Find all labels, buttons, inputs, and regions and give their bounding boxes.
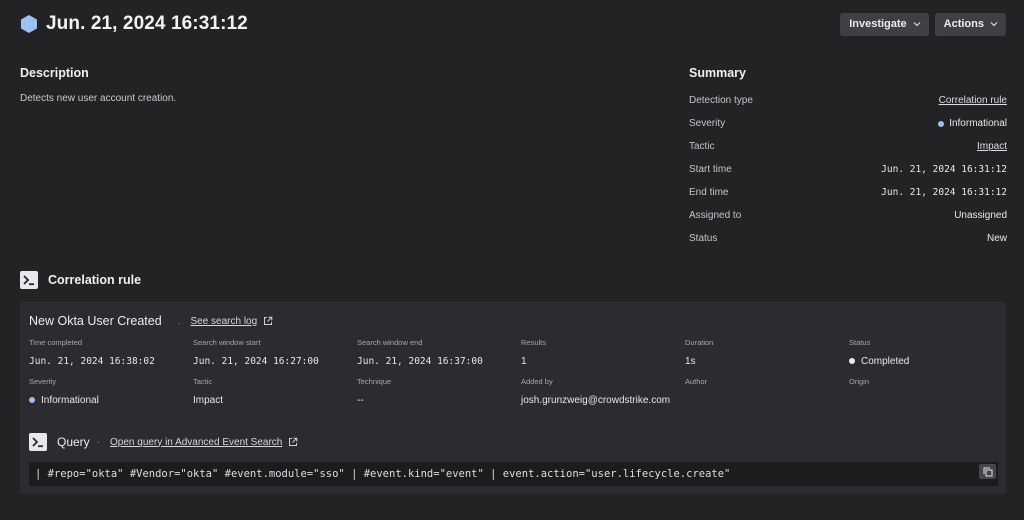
page-header: Jun. 21, 2024 16:31:12 Investigate Actio…: [20, 10, 1006, 38]
summary-row-assigned-to: Assigned to Unassigned: [689, 204, 1007, 227]
external-link-icon: [264, 316, 273, 325]
field-label: Origin: [849, 377, 870, 386]
field-label: Search window start: [193, 338, 261, 347]
summary-row-end-time: End time Jun. 21, 2024 16:31:12: [689, 181, 1007, 204]
terminal-icon: [20, 271, 38, 289]
see-search-log-label: See search log: [190, 315, 258, 327]
field-origin: Origin: [849, 377, 999, 407]
assigned-to-value[interactable]: Unassigned: [954, 210, 1007, 221]
field-duration: Duration 1s: [685, 338, 849, 368]
field-label: Added by: [521, 377, 553, 386]
field-label: Severity: [29, 377, 57, 386]
description-title: Description: [20, 66, 89, 80]
description-text: Detects new user account creation.: [20, 93, 177, 104]
severity-dot-icon: [938, 120, 945, 127]
field-value: Completed: [849, 354, 999, 368]
query-header: Query · Open query in Advanced Event Sea…: [29, 433, 298, 451]
field-time-completed: Time completed Jun. 21, 2024 16:38:02: [29, 338, 193, 368]
field-value: [849, 393, 999, 407]
query-text[interactable]: | #repo="okta" #Vendor="okta" #event.mod…: [35, 468, 730, 480]
field-status: Status Completed: [849, 338, 999, 368]
summary-label: Severity: [689, 118, 726, 129]
field-search-window-start: Search window start Jun. 21, 2024 16:27:…: [193, 338, 357, 368]
field-value: 1s: [685, 355, 696, 367]
summary-label: Detection type: [689, 95, 753, 106]
rule-name: New Okta User Created: [29, 314, 162, 328]
status-dot-icon: [849, 358, 855, 364]
field-search-window-end: Search window end Jun. 21, 2024 16:37:00: [357, 338, 521, 368]
summary-title: Summary: [689, 66, 746, 80]
status-value[interactable]: New: [987, 233, 1007, 244]
field-value: --: [357, 394, 364, 406]
summary-row-status: Status New: [689, 227, 1007, 250]
severity-text: Informational: [949, 118, 1007, 129]
chevron-down-icon: [990, 22, 998, 27]
start-time-value: Jun. 21, 2024 16:31:12: [881, 164, 1007, 175]
summary-row-tactic: Tactic Impact: [689, 135, 1007, 158]
tactic-link[interactable]: Impact: [977, 141, 1007, 152]
investigate-button-label: Investigate: [849, 18, 907, 30]
investigate-button[interactable]: Investigate: [840, 12, 929, 36]
actions-button[interactable]: Actions: [934, 12, 1006, 36]
hexagon-icon: [21, 15, 37, 33]
rule-details-row-2: Severity Informational Tactic Impact Tec…: [29, 377, 999, 407]
summary-panel: Detection type Correlation rule Severity…: [689, 89, 1007, 250]
correlation-rule-title: Correlation rule: [48, 273, 142, 287]
field-label: Results: [521, 338, 547, 347]
detection-type-link[interactable]: Correlation rule: [939, 95, 1007, 106]
open-query-link[interactable]: Open query in Advanced Event Search: [110, 437, 298, 448]
copy-icon: [983, 467, 992, 476]
field-label: Tactic: [193, 377, 213, 386]
field-tactic: Tactic Impact: [193, 377, 357, 407]
summary-label: End time: [689, 187, 729, 198]
severity-value: Informational: [938, 118, 1007, 129]
field-label: Search window end: [357, 338, 423, 347]
query-separator: ·: [96, 436, 101, 448]
field-value: Informational: [29, 393, 193, 407]
summary-label: Tactic: [689, 141, 715, 152]
field-label: Duration: [685, 338, 714, 347]
field-value: Jun. 21, 2024 16:38:02: [29, 355, 155, 367]
rule-separator: .: [177, 315, 181, 327]
field-value: 1: [521, 355, 527, 367]
field-value: Jun. 21, 2024 16:27:00: [193, 355, 319, 367]
severity-text: Informational: [41, 394, 99, 406]
query-title: Query: [57, 435, 90, 449]
summary-label: Assigned to: [689, 210, 742, 221]
field-severity: Severity Informational: [29, 377, 193, 407]
external-link-icon: [289, 437, 298, 446]
terminal-icon: [29, 433, 47, 451]
summary-label: Start time: [689, 164, 732, 175]
field-label: Technique: [357, 377, 392, 386]
actions-button-label: Actions: [943, 18, 984, 30]
summary-row-detection-type: Detection type Correlation rule: [689, 89, 1007, 112]
summary-row-start-time: Start time Jun. 21, 2024 16:31:12: [689, 158, 1007, 181]
field-added-by: Added by josh.grunzweig@crowdstrike.com: [521, 377, 685, 407]
open-query-label: Open query in Advanced Event Search: [110, 436, 283, 448]
field-results: Results 1: [521, 338, 685, 368]
severity-dot-icon: [29, 397, 35, 403]
rule-details-row-1: Time completed Jun. 21, 2024 16:38:02 Se…: [29, 338, 999, 368]
query-box[interactable]: | #repo="okta" #Vendor="okta" #event.mod…: [29, 462, 998, 486]
field-label: Author: [685, 377, 708, 386]
summary-row-severity: Severity Informational: [689, 112, 1007, 135]
field-author: Author: [685, 377, 849, 407]
field-value: josh.grunzweig@crowdstrike.com: [521, 394, 671, 406]
summary-label: Status: [689, 233, 718, 244]
correlation-rule-card: New Okta User Created . See search log T…: [20, 302, 1006, 494]
field-value: [685, 393, 849, 407]
see-search-log-link[interactable]: See search log: [190, 316, 273, 327]
field-label: Time completed: [29, 338, 83, 347]
page-title: Jun. 21, 2024 16:31:12: [46, 13, 248, 34]
field-technique: Technique --: [357, 377, 521, 407]
field-value: Impact: [193, 394, 224, 406]
chevron-down-icon: [913, 22, 921, 27]
correlation-rule-header: Correlation rule: [20, 271, 141, 289]
end-time-value: Jun. 21, 2024 16:31:12: [881, 187, 1007, 198]
field-label: Status: [849, 338, 871, 347]
status-text: Completed: [861, 355, 910, 367]
field-value: Jun. 21, 2024 16:37:00: [357, 355, 483, 367]
copy-button[interactable]: [979, 464, 996, 479]
